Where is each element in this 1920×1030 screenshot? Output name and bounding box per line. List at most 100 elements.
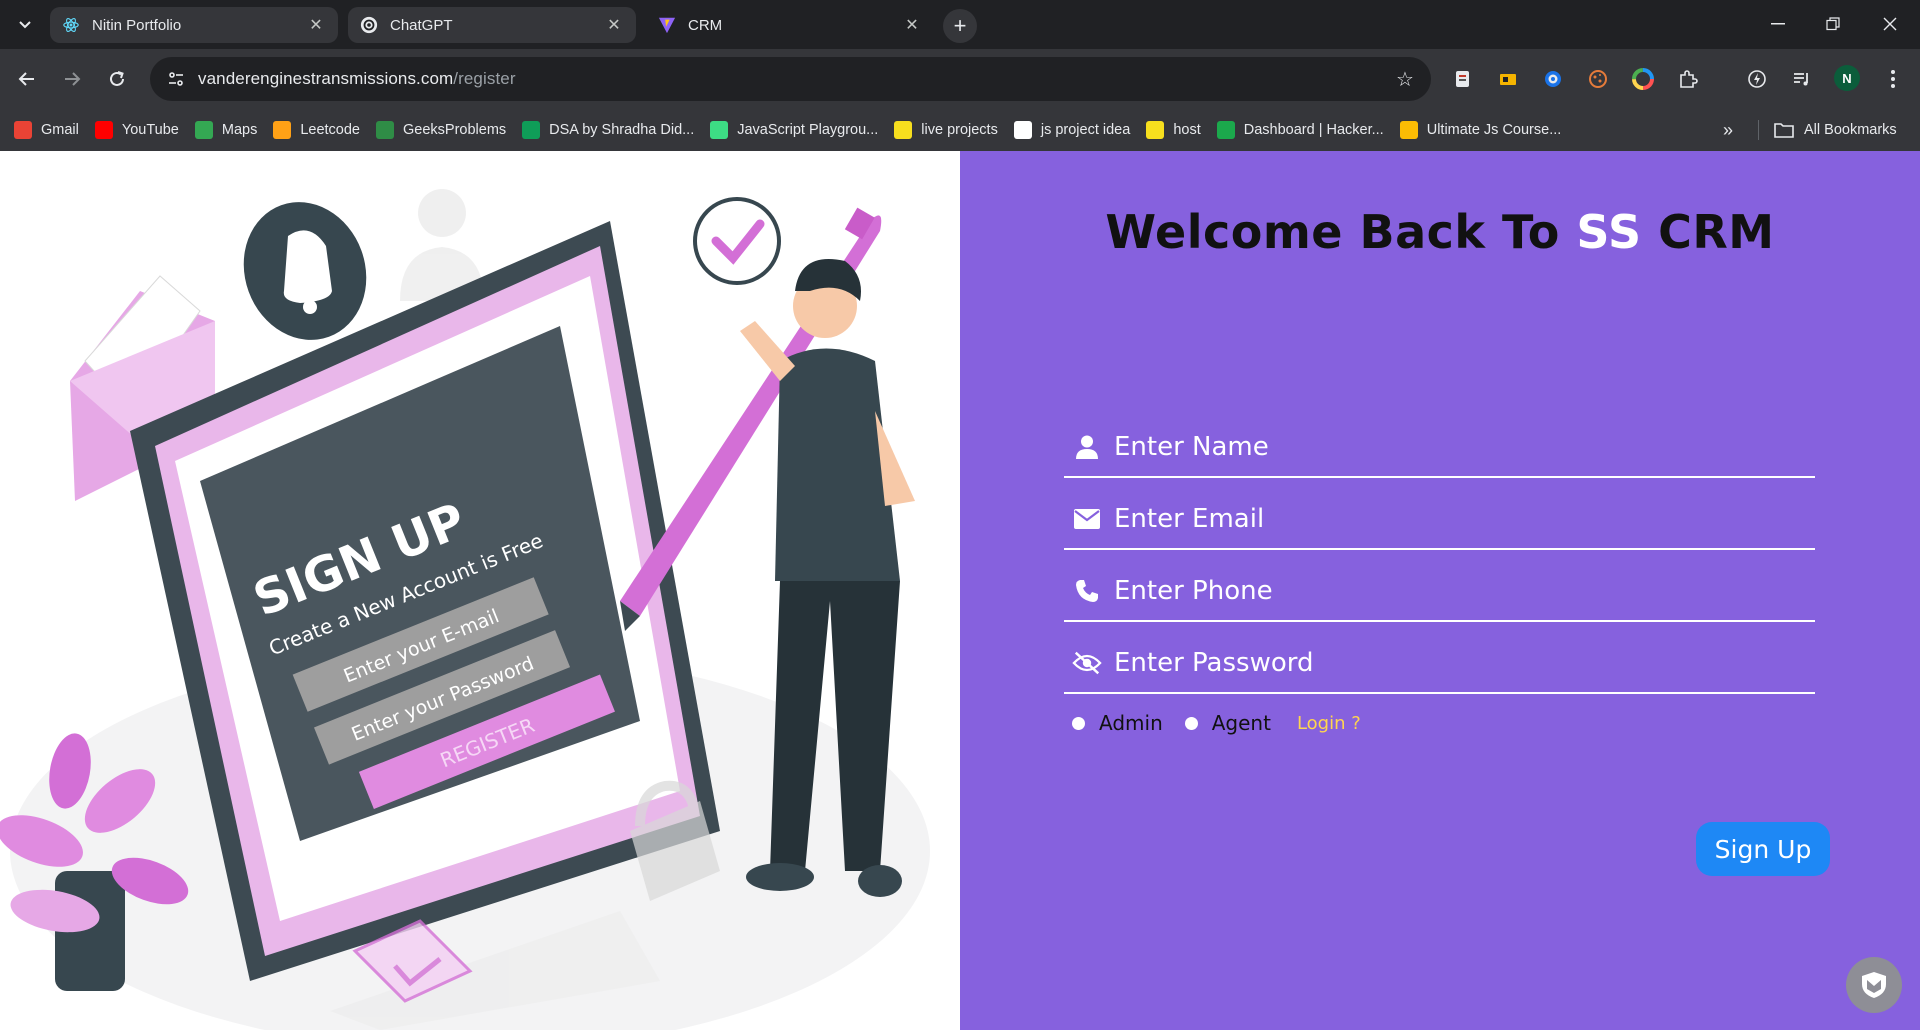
bookmark-label: YouTube (121, 122, 179, 138)
shield-icon (1862, 972, 1886, 998)
bookmark-star-icon[interactable]: ☆ (1393, 67, 1417, 91)
shield-extension-button[interactable] (1846, 957, 1902, 1013)
sheets-icon (522, 121, 541, 139)
admin-label[interactable]: Admin (1099, 711, 1163, 735)
url-host: vanderenginestransmissions.com (198, 69, 454, 88)
site-info-icon[interactable] (154, 70, 198, 88)
vite-icon (658, 16, 676, 34)
performance-icon[interactable] (1743, 65, 1771, 93)
openai-icon (360, 16, 378, 34)
extensions-puzzle-icon[interactable] (1674, 65, 1702, 93)
bookmark-label: live projects (921, 122, 998, 138)
bookmark-item[interactable]: Dashboard | Hacker... (1209, 115, 1392, 145)
envelope-icon (1072, 504, 1102, 534)
extension-ring-icon[interactable] (1539, 65, 1567, 93)
bookmark-item[interactable]: Leetcode (265, 115, 368, 145)
close-window-icon[interactable] (1867, 8, 1913, 40)
eye-slash-icon[interactable] (1072, 648, 1102, 678)
close-tab-icon[interactable]: ✕ (306, 15, 326, 35)
bookmark-label: Ultimate Js Course... (1426, 122, 1562, 138)
toolbar: vanderenginestransmissions.com/register … (0, 49, 1920, 109)
extension-cookie-icon[interactable] (1584, 65, 1612, 93)
signup-button[interactable]: Sign Up (1696, 822, 1830, 876)
tab-strip: Nitin Portfolio ✕ ChatGPT ✕ CRM ✕ + (0, 0, 1920, 49)
close-tab-icon[interactable]: ✕ (902, 15, 922, 35)
bookmark-item[interactable]: Ultimate Js Course... (1392, 115, 1570, 145)
phone-input[interactable] (1114, 571, 1815, 611)
new-tab-button[interactable]: + (943, 9, 977, 43)
back-button[interactable] (11, 63, 43, 95)
minimize-icon[interactable] (1755, 8, 1801, 40)
email-field (1064, 490, 1815, 550)
agent-label[interactable]: Agent (1212, 711, 1271, 735)
bookmark-label: DSA by Shradha Did... (549, 122, 695, 138)
email-input[interactable] (1114, 499, 1815, 539)
title-suffix: CRM (1641, 205, 1775, 259)
bookmark-item[interactable]: js project idea (1006, 115, 1138, 145)
tab-nitin-portfolio[interactable]: Nitin Portfolio ✕ (50, 7, 338, 43)
bookmark-item[interactable]: Gmail (6, 115, 87, 145)
folder-icon (1774, 123, 1794, 138)
forward-button[interactable] (56, 63, 88, 95)
profile-avatar[interactable]: N (1834, 65, 1860, 91)
menu-kebab-icon[interactable] (1879, 65, 1907, 93)
agent-radio[interactable] (1184, 716, 1198, 730)
bookmarks-divider (1758, 120, 1759, 140)
geeksforgeeks-icon (376, 121, 394, 139)
bookmark-label: Leetcode (300, 122, 360, 138)
address-bar[interactable]: vanderenginestransmissions.com/register … (150, 57, 1431, 101)
title-brand: SS (1576, 205, 1642, 259)
bookmark-item[interactable]: host (1138, 115, 1208, 145)
react-icon (62, 16, 80, 34)
bookmark-item[interactable]: GeeksProblems (368, 115, 514, 145)
tab-chatgpt[interactable]: ChatGPT ✕ (348, 7, 636, 43)
signup-illustration: SIGN UP Create a New Account is Free Ent… (0, 151, 960, 1030)
bookmark-item[interactable]: JavaScript Playgrou... (702, 115, 886, 145)
register-page: SIGN UP Create a New Account is Free Ent… (0, 151, 1920, 1030)
url-text: vanderenginestransmissions.com/register (198, 69, 516, 89)
close-tab-icon[interactable]: ✕ (604, 15, 624, 35)
host-icon (1146, 121, 1165, 139)
tab-title: Nitin Portfolio (92, 16, 182, 34)
bookmark-label: Dashboard | Hacker... (1243, 122, 1384, 138)
name-input[interactable] (1114, 427, 1815, 467)
all-bookmarks-label: All Bookmarks (1804, 122, 1897, 138)
bookmark-label: JavaScript Playgrou... (737, 122, 879, 138)
bookmark-label: host (1173, 122, 1201, 138)
media-controls-icon[interactable] (1788, 65, 1816, 93)
bookmark-list: Gmail YouTube Maps Leetcode GeeksProblems DSA… (6, 115, 1569, 145)
url-path: /register (453, 69, 516, 88)
register-panel: Welcome Back To SS CRM Enter Name Enter … (960, 151, 1920, 1030)
lambda-icon (1013, 121, 1032, 139)
phone-field (1064, 562, 1815, 622)
role-selector: Admin Agent Login ? (1072, 711, 1361, 735)
forward-arrow-icon (65, 72, 81, 86)
admin-radio[interactable] (1072, 716, 1085, 730)
tab-title: CRM (688, 16, 723, 34)
restore-icon[interactable] (1810, 8, 1856, 40)
all-bookmarks-button[interactable]: All Bookmarks (1774, 115, 1897, 145)
page-title: Welcome Back To SS CRM (960, 205, 1920, 259)
chevron-down-icon (19, 21, 31, 29)
password-input[interactable] (1114, 643, 1815, 683)
tab-crm[interactable]: CRM ✕ (646, 7, 934, 43)
bookmark-item[interactable]: DSA by Shradha Did... (514, 115, 702, 145)
gmail-icon (14, 121, 32, 139)
bookmark-item[interactable]: live projects (886, 115, 1006, 145)
hackerrank-icon (1216, 121, 1235, 139)
bookmark-item[interactable]: Maps (187, 115, 265, 145)
bookmark-label: Gmail (41, 122, 79, 138)
reload-button[interactable] (101, 63, 133, 95)
bookmarks-bar: Gmail YouTube Maps Leetcode GeeksProblems DSA… (0, 109, 1920, 151)
extension-folder-icon[interactable] (1494, 65, 1522, 93)
bookmark-label: Maps (221, 122, 258, 138)
title-prefix: Welcome Back To (1105, 205, 1577, 259)
extension-notes-icon[interactable] (1449, 65, 1477, 93)
bookmark-item[interactable]: YouTube (87, 115, 187, 145)
login-link[interactable]: Login ? (1297, 713, 1361, 734)
back-arrow-icon (18, 72, 34, 86)
tab-search-button[interactable] (12, 12, 38, 38)
extension-color-picker-icon[interactable] (1629, 65, 1657, 93)
leetcode-icon (273, 121, 292, 139)
more-bookmarks-icon[interactable]: » (1714, 115, 1742, 145)
